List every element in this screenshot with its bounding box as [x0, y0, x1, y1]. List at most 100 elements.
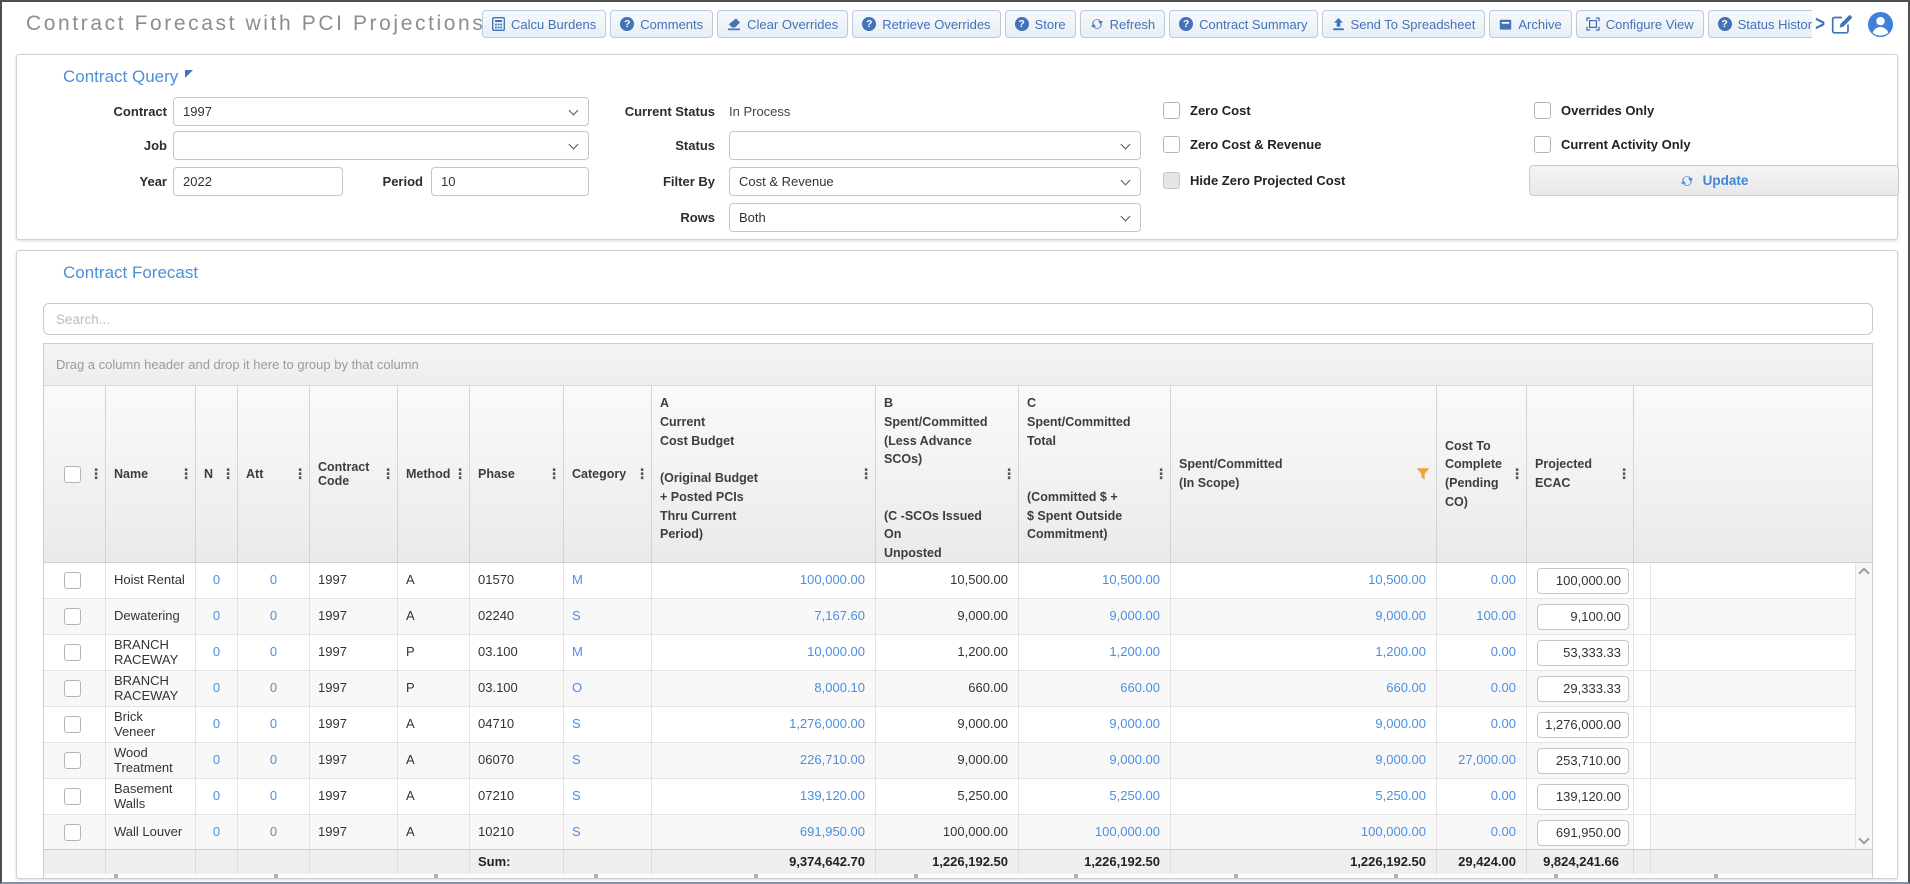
- cell-current-cost-budget[interactable]: 226,710.00: [652, 743, 876, 778]
- edit-icon[interactable]: [1831, 14, 1854, 35]
- cell-spent-committed-in-scope[interactable]: 9,000.00: [1171, 707, 1437, 742]
- row-checkbox[interactable]: [64, 680, 81, 697]
- cell-cost-to-complete[interactable]: 0.00: [1437, 671, 1527, 706]
- cell-spent-committed-total[interactable]: 1,200.00: [1019, 635, 1171, 670]
- cell-n-link[interactable]: 0: [196, 815, 238, 849]
- cell-category-link[interactable]: S: [564, 707, 652, 742]
- cell-category-link[interactable]: S: [564, 743, 652, 778]
- toolbar-button-store[interactable]: ? Store: [1004, 10, 1076, 38]
- cell-cost-to-complete[interactable]: 0.00: [1437, 779, 1527, 814]
- toolbar-button-refresh[interactable]: Refresh: [1079, 10, 1166, 38]
- projected-ecac-input[interactable]: [1537, 711, 1629, 738]
- toolbar-button-calcu-burdens[interactable]: Calcu Burdens: [482, 10, 607, 38]
- user-avatar-icon[interactable]: [1867, 11, 1894, 38]
- filter-by-select[interactable]: Cost & Revenue: [729, 167, 1141, 196]
- cell-cost-to-complete[interactable]: 0.00: [1437, 815, 1527, 849]
- vertical-scrollbar[interactable]: [1855, 563, 1872, 849]
- year-input[interactable]: [173, 167, 343, 196]
- cell-cost-to-complete[interactable]: 0.00: [1437, 707, 1527, 742]
- checkbox-overrides-only[interactable]: Overrides Only: [1534, 102, 1654, 119]
- row-checkbox[interactable]: [64, 752, 81, 769]
- column-menu-icon[interactable]: ⋮: [179, 466, 193, 483]
- cell-category-link[interactable]: S: [564, 779, 652, 814]
- cell-n-link[interactable]: 0: [196, 743, 238, 778]
- cell-spent-committed-total[interactable]: 9,000.00: [1019, 707, 1171, 742]
- column-menu-icon[interactable]: ⋮: [547, 466, 561, 483]
- status-select[interactable]: [729, 131, 1141, 160]
- cell-current-cost-budget[interactable]: 8,000.10: [652, 671, 876, 706]
- checkbox-box[interactable]: [1534, 102, 1551, 119]
- group-by-bar[interactable]: Drag a column header and drop it here to…: [44, 344, 1872, 386]
- toolbar-button-contract-summary[interactable]: ? Contract Summary: [1169, 10, 1318, 38]
- cell-n-link[interactable]: 0: [196, 671, 238, 706]
- scroll-down-icon[interactable]: [1858, 833, 1870, 845]
- cell-category-link[interactable]: M: [564, 635, 652, 670]
- cell-category-link[interactable]: O: [564, 671, 652, 706]
- select-all-checkbox[interactable]: [64, 465, 81, 483]
- cell-att-link[interactable]: 0: [238, 743, 310, 778]
- column-menu-icon[interactable]: ⋮: [1002, 466, 1016, 483]
- cell-cost-to-complete[interactable]: 100.00: [1437, 599, 1527, 634]
- contract-select[interactable]: 1997: [173, 97, 589, 126]
- row-checkbox[interactable]: [64, 788, 81, 805]
- cell-spent-committed-in-scope[interactable]: 660.00: [1171, 671, 1437, 706]
- rows-select[interactable]: Both: [729, 203, 1141, 232]
- cell-current-cost-budget[interactable]: 691,950.00: [652, 815, 876, 849]
- cell-category-link[interactable]: S: [564, 815, 652, 849]
- cell-n-link[interactable]: 0: [196, 779, 238, 814]
- scroll-up-icon[interactable]: [1858, 567, 1870, 579]
- cell-spent-committed-in-scope[interactable]: 5,250.00: [1171, 779, 1437, 814]
- cell-spent-committed-in-scope[interactable]: 10,500.00: [1171, 563, 1437, 598]
- row-checkbox[interactable]: [64, 716, 81, 733]
- cell-current-cost-budget[interactable]: 7,167.60: [652, 599, 876, 634]
- cell-att-link[interactable]: 0: [238, 671, 310, 706]
- cell-att-link[interactable]: 0: [238, 635, 310, 670]
- column-menu-icon[interactable]: ⋮: [859, 466, 873, 483]
- filter-icon[interactable]: [1416, 468, 1430, 481]
- row-checkbox[interactable]: [64, 608, 81, 625]
- column-menu-icon[interactable]: ⋮: [635, 466, 649, 483]
- checkbox-zero-cost-revenue[interactable]: Zero Cost & Revenue: [1163, 136, 1321, 153]
- cell-spent-committed-in-scope[interactable]: 9,000.00: [1171, 599, 1437, 634]
- toolbar-button-send-to-spreadsheet[interactable]: Send To Spreadsheet: [1321, 10, 1486, 38]
- column-header-category[interactable]: Category ⋮: [564, 386, 652, 562]
- projected-ecac-input[interactable]: [1537, 603, 1629, 630]
- toolbar-button-status-histor[interactable]: ? Status Histor: [1707, 10, 1813, 38]
- projected-ecac-input[interactable]: [1537, 783, 1629, 810]
- cell-spent-committed-total[interactable]: 660.00: [1019, 671, 1171, 706]
- overflow-chevron-icon[interactable]: >: [1812, 12, 1828, 37]
- toolbar-button-clear-overrides[interactable]: Clear Overrides: [717, 10, 849, 38]
- cell-cost-to-complete[interactable]: 0.00: [1437, 563, 1527, 598]
- checkbox-zero-cost[interactable]: Zero Cost: [1163, 102, 1251, 119]
- toolbar-button-configure-view[interactable]: Configure View: [1575, 10, 1704, 38]
- column-header-cost-to-complete[interactable]: Cost To Complete (Pending CO) ⋮: [1437, 386, 1527, 562]
- column-header-n[interactable]: N ⋮: [196, 386, 238, 562]
- projected-ecac-input[interactable]: [1537, 567, 1629, 594]
- cell-spent-committed-in-scope[interactable]: 1,200.00: [1171, 635, 1437, 670]
- update-button[interactable]: Update: [1529, 165, 1899, 196]
- cell-current-cost-budget[interactable]: 100,000.00: [652, 563, 876, 598]
- cell-att-link[interactable]: 0: [238, 563, 310, 598]
- column-header-name[interactable]: Name ⋮: [106, 386, 196, 562]
- toolbar-button-archive[interactable]: Archive: [1489, 10, 1572, 38]
- column-menu-icon[interactable]: ⋮: [381, 466, 395, 483]
- column-menu-icon[interactable]: ⋮: [1154, 466, 1168, 483]
- row-checkbox[interactable]: [64, 572, 81, 589]
- column-header-spent-committed-in-scope[interactable]: Spent/Committed (In Scope): [1171, 386, 1437, 562]
- cell-spent-committed-in-scope[interactable]: 100,000.00: [1171, 815, 1437, 849]
- column-menu-icon[interactable]: ⋮: [293, 466, 307, 483]
- column-header-current-cost-budget[interactable]: A Current Cost Budget (Original Budget +…: [652, 386, 876, 562]
- projected-ecac-input[interactable]: [1537, 675, 1629, 702]
- cell-cost-to-complete[interactable]: 27,000.00: [1437, 743, 1527, 778]
- job-select[interactable]: [173, 131, 589, 160]
- column-header-att[interactable]: Att ⋮: [238, 386, 310, 562]
- cell-spent-committed-total[interactable]: 9,000.00: [1019, 599, 1171, 634]
- checkbox-box[interactable]: [1163, 102, 1180, 119]
- cell-spent-committed-total[interactable]: 9,000.00: [1019, 743, 1171, 778]
- row-checkbox[interactable]: [64, 824, 81, 841]
- column-menu-icon[interactable]: ⋮: [1617, 466, 1631, 483]
- cell-spent-committed-total[interactable]: 10,500.00: [1019, 563, 1171, 598]
- cell-category-link[interactable]: S: [564, 599, 652, 634]
- projected-ecac-input[interactable]: [1537, 747, 1629, 774]
- toolbar-button-comments[interactable]: ? Comments: [610, 10, 714, 38]
